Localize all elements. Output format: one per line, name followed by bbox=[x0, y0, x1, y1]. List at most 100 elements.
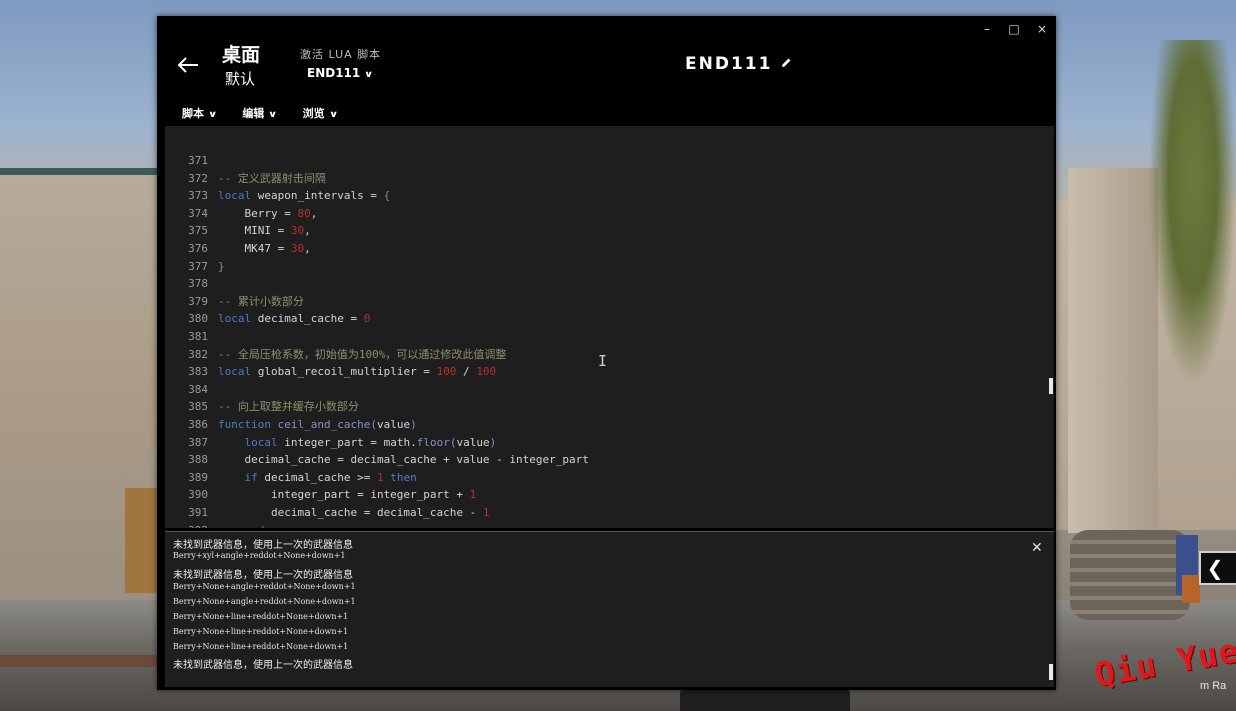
code-line[interactable]: 378 bbox=[165, 275, 218, 293]
code-line[interactable]: 391 decimal_cache = decimal_cache - 1 bbox=[165, 504, 490, 522]
line-number: 385 bbox=[188, 400, 208, 414]
menu-view[interactable]: 浏览 ∨ bbox=[303, 105, 338, 121]
code-token: -- 定义武器射击间隔 bbox=[218, 171, 326, 185]
code-token: / bbox=[456, 365, 477, 379]
code-line[interactable]: 377} bbox=[165, 258, 225, 276]
line-number: 371 bbox=[188, 154, 208, 167]
code-line[interactable]: 389 if decimal_cache >= 1 then bbox=[165, 469, 417, 487]
code-line[interactable]: 371 bbox=[165, 152, 218, 170]
maximize-button[interactable]: □ bbox=[1004, 22, 1024, 36]
back-arrow-icon[interactable] bbox=[177, 52, 199, 80]
profile-name: 默认 bbox=[225, 70, 256, 88]
line-number: 387 bbox=[188, 435, 208, 449]
code-token: 80 bbox=[297, 206, 311, 220]
script-dropdown-value: END111 bbox=[307, 66, 361, 80]
script-dropdown[interactable]: END111 ∨ bbox=[307, 66, 374, 80]
line-number: 372 bbox=[188, 171, 208, 185]
code-token: ) bbox=[410, 418, 417, 431]
code-line[interactable]: 373 local weapon_intervals = { bbox=[165, 187, 390, 205]
code-token: 100 bbox=[436, 365, 457, 379]
line-number: 381 bbox=[188, 330, 208, 343]
line-number: 379 bbox=[188, 294, 208, 308]
console-line: 未找到武器信息，使用上一次的武器信息 bbox=[173, 540, 353, 551]
line-number: 388 bbox=[188, 453, 208, 467]
code-line[interactable]: 387 local integer_part = math.floor(valu… bbox=[165, 434, 496, 452]
code-token: if bbox=[244, 470, 258, 484]
pencil-icon[interactable] bbox=[780, 54, 792, 74]
game-chevron-left-icon[interactable]: ❮ bbox=[1199, 551, 1231, 585]
code-line[interactable]: 374 Berry = 80, bbox=[165, 205, 317, 223]
code-token: ) bbox=[489, 435, 497, 449]
menu-script[interactable]: 脚本 ∨ bbox=[182, 105, 218, 121]
line-number: 380 bbox=[188, 312, 208, 326]
code-line[interactable]: 385 -- 向上取整并缓存小数部分 bbox=[165, 398, 359, 416]
line-number: 377 bbox=[188, 259, 208, 273]
code-token: 100 bbox=[476, 365, 497, 379]
code-token: decimal_cache = decimal_cache - bbox=[218, 506, 483, 519]
code-token: value bbox=[456, 435, 490, 449]
menu-script-label: 脚本 bbox=[182, 107, 204, 120]
code-token: , bbox=[304, 224, 311, 238]
code-line[interactable]: 392 end bbox=[165, 522, 264, 528]
code-token: 1 bbox=[482, 506, 490, 519]
line-number: 391 bbox=[188, 506, 208, 519]
line-number: 374 bbox=[188, 206, 208, 220]
code-line[interactable]: 376 MK47 = 30, bbox=[165, 240, 311, 258]
background-gun bbox=[680, 688, 850, 711]
code-line[interactable]: 386 function ceil_and_cache(value) bbox=[165, 416, 417, 434]
code-token: 30 bbox=[290, 224, 305, 238]
code-line[interactable]: 384 bbox=[165, 381, 218, 399]
code-token: local bbox=[244, 435, 278, 449]
script-editor-window: – □ × 桌面 默认 激活 LUA 脚本 END111 ∨ END111 脚本 ∨… bbox=[157, 16, 1056, 690]
code-line[interactable]: 380 local decimal_cache = 0 bbox=[165, 310, 370, 328]
code-token: MINI = bbox=[218, 224, 291, 238]
code-line[interactable]: 390 integer_part = integer_part + 1 bbox=[165, 486, 476, 504]
code-token: } bbox=[218, 259, 225, 273]
code-line[interactable]: 379 -- 累计小数部分 bbox=[165, 293, 304, 311]
code-token: , bbox=[310, 206, 318, 220]
chevron-down-icon: ∨ bbox=[268, 110, 278, 120]
menu-edit-label: 编辑 bbox=[242, 107, 265, 120]
code-token: -- 全局压枪系数，初始值为100%，可以通过修改此值调整 bbox=[218, 347, 507, 361]
code-line[interactable]: 383 local global_recoil_multiplier = 100 … bbox=[165, 363, 496, 381]
output-console[interactable]: ✕ 未找到武器信息，使用上一次的武器信息 Berry+xyl+angle+redd… bbox=[165, 531, 1054, 687]
close-button[interactable]: × bbox=[1032, 22, 1052, 36]
code-token: end bbox=[245, 524, 265, 528]
chevron-down-icon: ∨ bbox=[207, 110, 218, 120]
menu-edit[interactable]: 编辑 ∨ bbox=[242, 105, 278, 121]
console-line: 未找到武器信息，使用上一次的武器信息 bbox=[173, 570, 353, 581]
console-line: Berry+None+angle+reddot+None+down+1 bbox=[173, 582, 356, 591]
console-line: Berry+None+line+reddot+None+down+1 bbox=[173, 612, 349, 621]
code-line[interactable]: 388 decimal_cache = decimal_cache + valu… bbox=[165, 451, 589, 469]
script-name-title[interactable]: END111 bbox=[685, 54, 792, 74]
code-editor[interactable]: I 371 372 -- 定义武器射击间隔 373 local weapon_inter… bbox=[165, 126, 1054, 528]
console-line: 未找到武器信息，使用上一次的武器信息 bbox=[173, 660, 353, 671]
code-token: integer_part = integer_part + bbox=[218, 488, 470, 502]
code-token: function bbox=[218, 418, 271, 431]
console-line: Berry+None+line+reddot+None+down+1 bbox=[173, 642, 349, 651]
console-scrollbar[interactable] bbox=[1049, 664, 1053, 680]
line-number: 384 bbox=[188, 382, 208, 396]
code-line[interactable]: 375 MINI = 30, bbox=[165, 222, 311, 240]
minimize-button[interactable]: – bbox=[977, 22, 997, 36]
code-token: local bbox=[218, 312, 252, 326]
code-line[interactable]: 382 -- 全局压枪系数，初始值为100%，可以通过修改此值调整 bbox=[165, 346, 506, 364]
code-token: ceil_and_cache( bbox=[277, 418, 377, 431]
line-number: 376 bbox=[188, 242, 208, 255]
line-number: 389 bbox=[188, 470, 208, 484]
code-token: 1 bbox=[376, 470, 384, 484]
code-line[interactable]: 372 -- 定义武器射击间隔 bbox=[165, 170, 326, 188]
line-number: 378 bbox=[188, 277, 208, 291]
code-token: decimal_cache = bbox=[251, 312, 364, 326]
game-hud-panel-edge bbox=[1228, 551, 1236, 585]
editor-scrollbar[interactable] bbox=[1049, 378, 1053, 394]
code-token: decimal_cache >= bbox=[257, 470, 377, 484]
code-line[interactable]: 381 bbox=[165, 328, 218, 346]
code-token: then bbox=[390, 470, 417, 484]
code-token: decimal_cache = decimal_cache + value - … bbox=[218, 453, 589, 467]
code-token: 1 bbox=[469, 488, 477, 502]
code-token: floor( bbox=[416, 435, 457, 449]
code-token: local bbox=[218, 189, 252, 203]
console-close-icon[interactable]: ✕ bbox=[1031, 540, 1043, 556]
code-token: integer_part = math. bbox=[277, 435, 417, 449]
